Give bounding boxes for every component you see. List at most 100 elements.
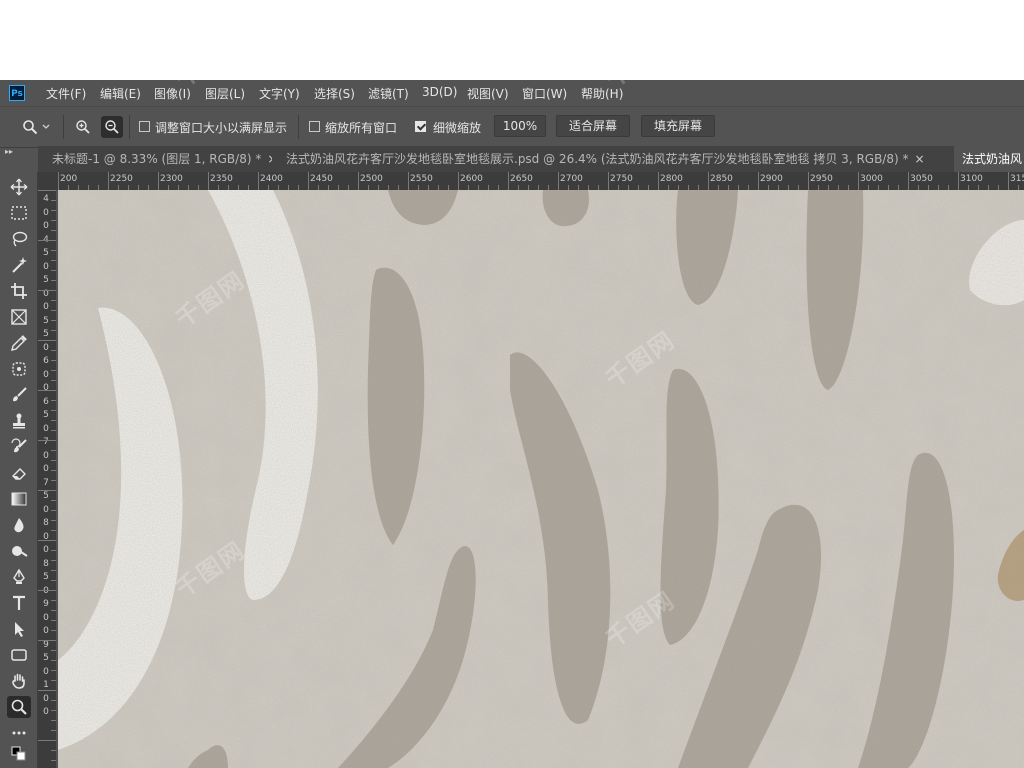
path-select-tool-icon[interactable] (7, 618, 31, 640)
ruler-tick (51, 750, 56, 751)
ruler-label: 2350 (210, 174, 233, 184)
stamp-tool-icon[interactable] (7, 410, 31, 432)
frame-tool-icon[interactable] (7, 306, 31, 328)
fit-screen-button[interactable]: 适合屏幕 (556, 115, 630, 137)
ruler-tick (608, 172, 609, 190)
ruler-label: 0 (43, 450, 49, 461)
ruler-tick (308, 172, 309, 190)
ruler-corner (38, 172, 56, 190)
type-tool-icon[interactable] (7, 592, 31, 614)
ruler-tick (51, 520, 56, 521)
menu-3d[interactable]: 3D(D) (422, 85, 457, 99)
ruler-label: 4 (43, 194, 49, 204)
ruler-label: 0 (43, 464, 49, 474)
brush-tool-icon[interactable] (7, 384, 31, 406)
preset-dropdown-chevron-icon[interactable] (40, 117, 52, 137)
panel-collapse-icon[interactable]: ▸▸ (0, 146, 38, 158)
ruler-tick (51, 280, 56, 281)
ruler-tick (958, 172, 959, 190)
ruler-tick (51, 480, 56, 481)
zoom-out-icon[interactable] (101, 116, 123, 138)
ruler-tick (38, 290, 56, 291)
tab-title: 未标题-1 @ 8.33% (图层 1, RGB/8) * (52, 152, 262, 166)
tab-document-2[interactable]: 法式奶油风花卉客厅沙发地毯卧室地毯展示.psd @ 26.4% (法式奶油风花卉… (278, 146, 944, 172)
separator (129, 115, 130, 139)
gradient-tool-icon[interactable] (7, 488, 31, 510)
ruler-tick (38, 490, 56, 491)
blur-tool-icon[interactable] (7, 514, 31, 536)
dodge-tool-icon[interactable] (7, 540, 31, 562)
ruler-tick (1008, 172, 1009, 190)
menu-filter[interactable]: 滤镜(T) (368, 85, 409, 102)
marquee-tool-icon[interactable] (7, 202, 31, 224)
menu-select[interactable]: 选择(S) (314, 85, 355, 102)
scrubby-zoom-checkbox[interactable] (415, 121, 426, 132)
ruler-label: 2800 (660, 174, 683, 184)
menu-image[interactable]: 图像(I) (154, 85, 191, 102)
ruler-tick (51, 270, 56, 271)
move-tool-icon[interactable] (7, 176, 31, 198)
zoom-in-icon[interactable] (73, 117, 93, 137)
resize-windows-checkbox[interactable] (139, 121, 150, 132)
separator (298, 115, 299, 139)
ruler-tick (51, 550, 56, 551)
vertical-ruler: 400450500550600650700750800850900950100 (38, 190, 56, 768)
zoom-percentage-field[interactable]: 100% (494, 115, 546, 137)
ruler-label: 2250 (110, 174, 133, 184)
color-swatch-icon[interactable] (7, 744, 31, 764)
ruler-tick (51, 730, 56, 731)
rectangle-tool-icon[interactable] (7, 644, 31, 666)
fill-screen-button[interactable]: 填充屏幕 (641, 115, 715, 137)
ruler-tick (51, 680, 56, 681)
magic-wand-tool-icon[interactable] (7, 254, 31, 276)
ruler-tick (38, 740, 56, 741)
ruler-label: 2900 (760, 174, 783, 184)
history-brush-tool-icon[interactable] (7, 436, 31, 458)
menu-layer[interactable]: 图层(L) (205, 85, 245, 102)
ruler-label: 0 (43, 693, 49, 704)
ruler-label: 0 (43, 626, 49, 636)
tab-document-1[interactable]: 未标题-1 @ 8.33% (图层 1, RGB/8) * × (44, 146, 272, 172)
ruler-label: 2750 (610, 174, 633, 184)
ruler-label: 5 (43, 248, 49, 258)
menu-file[interactable]: 文件(F) (46, 85, 86, 102)
ruler-label: 0 (43, 383, 49, 393)
ruler-label: 5 (43, 572, 49, 582)
patch-tool-icon[interactable] (7, 358, 31, 380)
ruler-label: 0 (43, 221, 49, 231)
zoom-all-windows-checkbox[interactable] (309, 121, 320, 132)
ruler-tick (51, 600, 56, 601)
lasso-tool-icon[interactable] (7, 228, 31, 250)
hand-tool-icon[interactable] (7, 670, 31, 692)
ruler-label: 7 (43, 437, 49, 447)
zoom-tool-preset-icon[interactable] (20, 117, 40, 137)
tab-close-icon[interactable]: × (915, 152, 925, 166)
ruler-tick (51, 760, 56, 761)
ruler-tick (51, 350, 56, 351)
ruler-tick (51, 470, 56, 471)
menu-view[interactable]: 视图(V) (467, 85, 509, 102)
menu-type[interactable]: 文字(Y) (259, 85, 300, 102)
menu-edit[interactable]: 编辑(E) (100, 85, 141, 102)
tab-close-icon[interactable]: × (267, 152, 272, 166)
tab-document-3[interactable]: 法式奶油风 (954, 146, 1024, 172)
eyedropper-tool-icon[interactable] (7, 332, 31, 354)
eraser-tool-icon[interactable] (7, 462, 31, 484)
ruler-tick (51, 560, 56, 561)
menu-window[interactable]: 窗口(W) (522, 85, 567, 102)
ruler-label: 6 (43, 356, 49, 366)
zoom-tool-icon[interactable] (7, 696, 31, 718)
ruler-label: 3150 (1010, 174, 1024, 184)
pen-tool-icon[interactable] (7, 566, 31, 588)
more-tools-icon[interactable] (7, 722, 31, 744)
ruler-tick (38, 640, 56, 641)
ruler-label: 7 (43, 477, 49, 488)
document-canvas[interactable] (58, 190, 1024, 768)
ruler-label: 9 (43, 599, 49, 609)
tab-title: 法式奶油风花卉客厅沙发地毯卧室地毯展示.psd @ 26.4% (法式奶油风花卉… (286, 152, 909, 166)
resize-windows-label: 调整窗口大小以满屏显示 (155, 121, 288, 135)
crop-tool-icon[interactable] (7, 280, 31, 302)
ruler-tick (51, 410, 56, 411)
menu-help[interactable]: 帮助(H) (581, 85, 623, 102)
ruler-tick (51, 220, 56, 221)
